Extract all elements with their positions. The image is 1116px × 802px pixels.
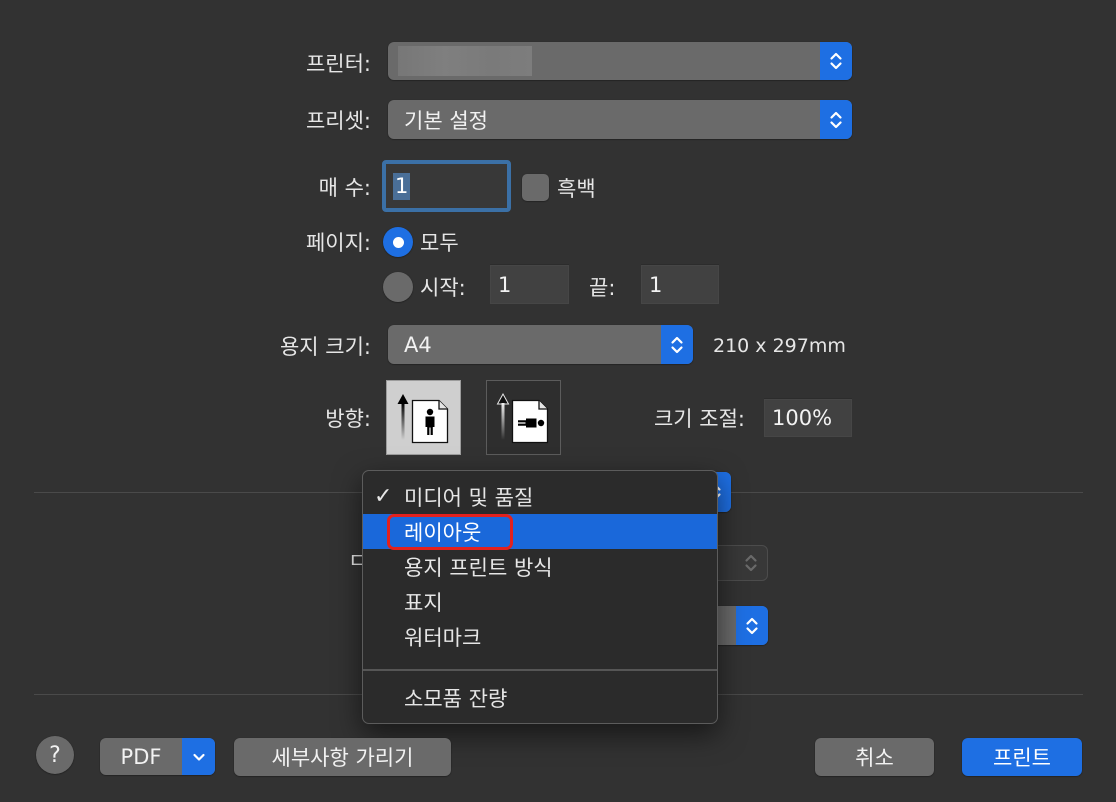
menu-item-label: 워터마크 — [404, 625, 482, 650]
menu-item-label: 소모품 잔량 — [404, 686, 508, 711]
section-menu: ✓ 미디어 및 품질 레이아웃 용지 프린트 방식 표지 워터마크 소모품 잔량 — [362, 470, 718, 724]
hide-details-label: 세부사항 가리기 — [271, 746, 414, 770]
cancel-button[interactable]: 취소 — [815, 738, 934, 776]
paper-dimensions: 210 x 297mm — [713, 335, 846, 357]
annotation-highlight-box — [387, 514, 513, 550]
black-white-label: 흑백 — [557, 177, 596, 201]
print-dialog: 프린터: 프리셋: 기본 설정 매 수: 1 흑백 페이지: 모두 시작: 1 … — [0, 0, 1116, 802]
menu-item-cover-page[interactable]: 표지 — [363, 584, 717, 619]
print-button[interactable]: 프린트 — [962, 738, 1082, 776]
menu-item-watermark[interactable]: 워터마크 — [363, 619, 717, 654]
arrow-up-icon — [496, 392, 510, 440]
menu-item-supply-levels[interactable]: 소모품 잔량 — [363, 680, 717, 715]
pages-range-radio[interactable] — [383, 272, 413, 302]
paper-size-popup-stepper — [661, 325, 693, 364]
cancel-label: 취소 — [855, 746, 894, 770]
chevron-down-icon — [192, 753, 205, 761]
menu-item-paper-handling[interactable]: 용지 프린트 방식 — [363, 549, 717, 584]
redacted-printer-name — [398, 46, 532, 76]
copies-focus-ring: 1 — [382, 160, 511, 212]
printer-popup[interactable] — [388, 42, 852, 80]
help-icon: ? — [49, 742, 61, 768]
pages-to-label: 끝: — [589, 276, 616, 300]
help-button[interactable]: ? — [36, 736, 74, 774]
preset-popup[interactable]: 기본 설정 — [388, 100, 852, 139]
pages-all-label: 모두 — [420, 231, 459, 255]
radio-dot — [392, 236, 404, 248]
menu-item-label: 미디어 및 품질 — [404, 485, 534, 510]
pages-from-label: 시작: — [420, 276, 466, 300]
hide-details-button[interactable]: 세부사항 가리기 — [234, 738, 451, 776]
paper-size-popup[interactable]: A4 — [388, 325, 693, 364]
pdf-menu-button[interactable]: PDF — [100, 738, 215, 775]
orientation-label: 방향: — [325, 407, 371, 431]
portrait-orientation-icon — [397, 394, 449, 444]
paper-size-value: A4 — [404, 332, 432, 357]
print-label: 프린트 — [993, 746, 1051, 770]
menu-item-label: 용지 프린트 방식 — [404, 555, 553, 580]
chevron-updown-icon — [746, 617, 758, 634]
scale-label: 크기 조절: — [653, 407, 745, 431]
pages-to-field[interactable]: 1 — [641, 264, 719, 304]
paper-size-label: 용지 크기: — [279, 335, 371, 359]
menu-item-label: 표지 — [404, 590, 443, 615]
scale-field[interactable]: 100% — [764, 398, 852, 437]
option-popup-stepper — [736, 606, 768, 645]
portrait-orientation-button[interactable] — [386, 380, 461, 455]
pdf-dropdown-toggle[interactable] — [182, 738, 215, 775]
pdf-button-label: PDF — [120, 744, 162, 769]
landscape-orientation-icon — [496, 392, 549, 444]
menu-separator — [363, 669, 717, 671]
chevron-updown-icon — [745, 554, 757, 572]
chevron-updown-icon — [671, 336, 683, 353]
copies-label: 매 수: — [318, 176, 371, 200]
checkmark-icon: ✓ — [374, 484, 393, 509]
menu-item-media-quality[interactable]: ✓ 미디어 및 품질 — [363, 479, 717, 514]
pages-all-radio[interactable] — [383, 227, 413, 257]
copies-value: 1 — [393, 172, 411, 200]
pages-to-value: 1 — [649, 272, 663, 297]
disabled-popup-stepper — [735, 546, 767, 580]
scale-value: 100% — [772, 406, 833, 430]
chevron-updown-icon — [830, 52, 842, 70]
pages-from-value: 1 — [498, 272, 512, 297]
preset-label: 프리셋: — [305, 109, 371, 133]
black-white-checkbox[interactable] — [522, 174, 549, 201]
preset-popup-stepper — [820, 100, 852, 139]
copies-field[interactable]: 1 — [386, 164, 507, 208]
printer-label: 프린터: — [305, 52, 371, 76]
landscape-orientation-button[interactable] — [486, 380, 561, 455]
chevron-updown-icon — [830, 111, 842, 128]
pages-from-field[interactable]: 1 — [490, 264, 569, 304]
pages-label: 페이지: — [305, 231, 371, 255]
printer-popup-stepper — [820, 42, 852, 80]
preset-value: 기본 설정 — [404, 108, 488, 133]
arrow-up-icon — [397, 394, 409, 440]
